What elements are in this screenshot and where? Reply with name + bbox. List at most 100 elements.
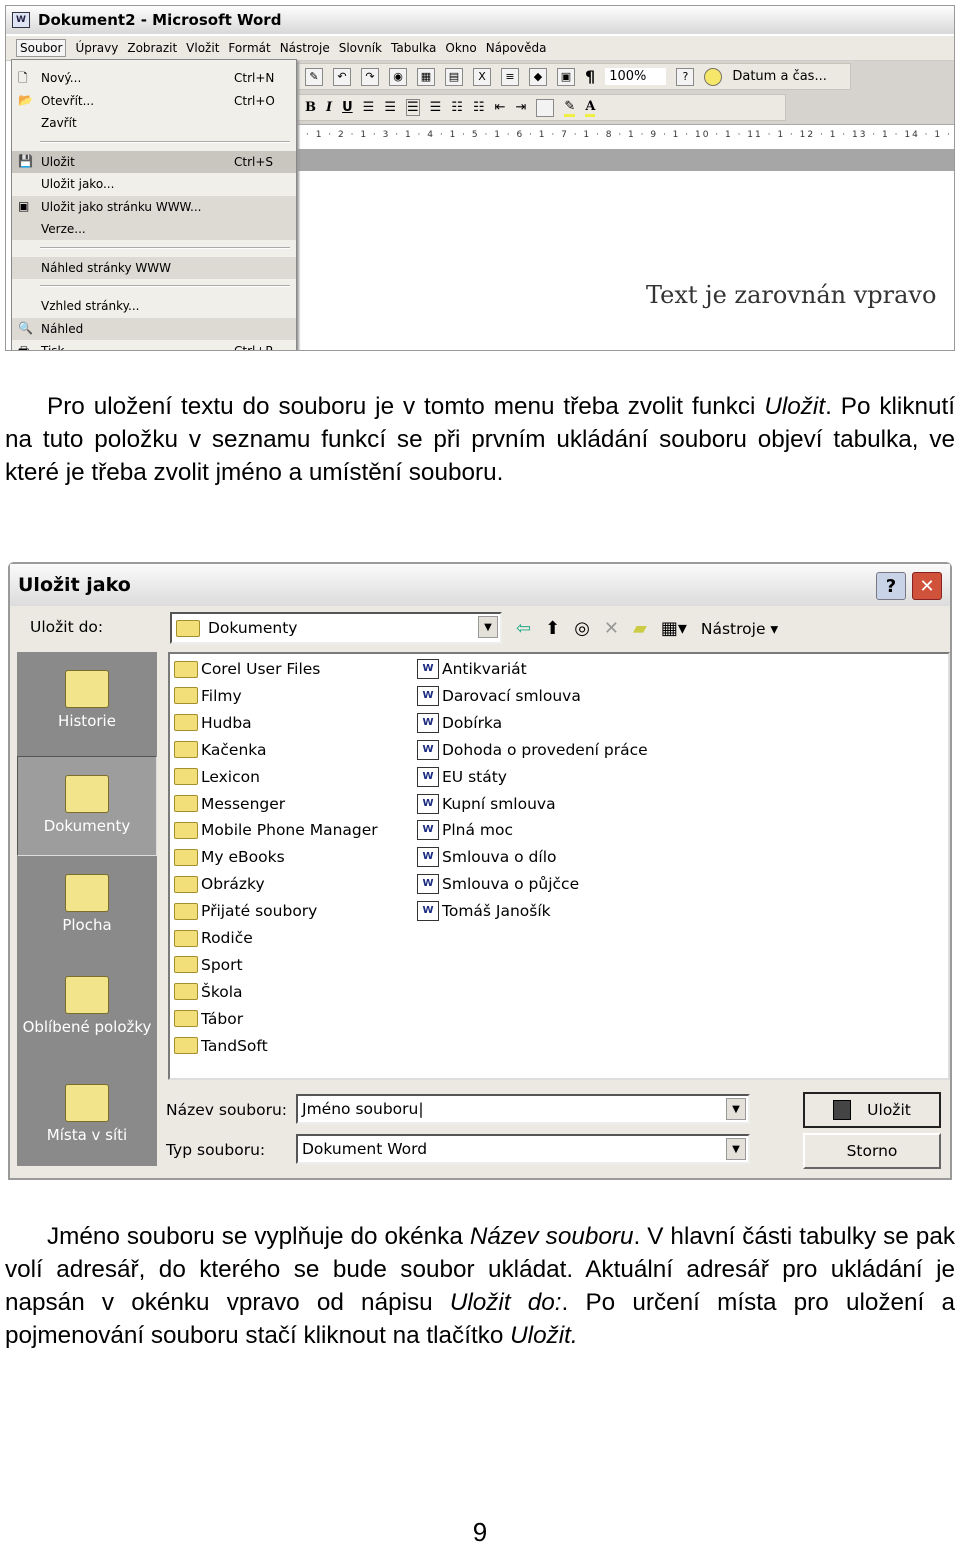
folder-item[interactable]: Sport bbox=[174, 954, 243, 976]
menu-4[interactable]: Formát bbox=[228, 41, 270, 55]
new-folder-icon[interactable]: ▰ bbox=[633, 618, 647, 639]
file-menu-item[interactable]: 💾 Uložit Ctrl+S bbox=[12, 150, 296, 173]
delete-icon[interactable]: ✕ bbox=[604, 618, 619, 639]
window-title: Dokument2 - Microsoft Word bbox=[38, 11, 282, 29]
views-icon[interactable]: ▦▾ bbox=[661, 618, 687, 639]
filename-input[interactable]: Jméno souboru| ▼ bbox=[296, 1094, 750, 1124]
file-menu-item[interactable]: 🔍 Náhled bbox=[12, 317, 296, 340]
back-icon[interactable]: ⇦ bbox=[516, 618, 531, 639]
drawing-icon[interactable]: ◆ bbox=[529, 67, 547, 86]
place-1[interactable]: Dokumenty bbox=[17, 756, 157, 856]
folder-item[interactable]: Přijaté soubory bbox=[174, 900, 317, 922]
folder-item[interactable]: Hudba bbox=[174, 712, 252, 734]
file-menu-item[interactable]: Vzhled stránky... bbox=[12, 295, 296, 317]
borders-icon[interactable] bbox=[536, 98, 555, 117]
place-2[interactable]: Plocha bbox=[17, 856, 157, 956]
document-text[interactable]: Text je zarovnán vpravo bbox=[646, 281, 936, 309]
date-time-button[interactable]: Datum a čas... bbox=[732, 69, 827, 84]
place-0[interactable]: Historie bbox=[17, 652, 157, 752]
folder-item[interactable]: Rodiče bbox=[174, 927, 253, 949]
menu-6[interactable]: Slovník bbox=[339, 41, 382, 55]
folder-item[interactable]: Tábor bbox=[174, 1008, 243, 1030]
cancel-button[interactable]: Storno bbox=[803, 1133, 941, 1169]
menu-9[interactable]: Nápověda bbox=[486, 41, 547, 55]
dropdown-arrow-icon[interactable]: ▼ bbox=[478, 616, 498, 638]
dropdown-arrow-icon[interactable]: ▼ bbox=[726, 1138, 746, 1160]
file-menu-item[interactable]: Uložit jako... bbox=[12, 173, 296, 195]
redo-icon[interactable]: ↷ bbox=[361, 67, 379, 86]
file-menu-item[interactable]: 🖶 Tisk... Ctrl+P bbox=[12, 340, 296, 351]
file-item[interactable]: W Smlouva o dílo bbox=[417, 846, 557, 868]
file-menu-item[interactable]: Zavřít bbox=[12, 112, 296, 134]
highlight-icon[interactable]: ✎ bbox=[564, 99, 576, 117]
up-folder-icon[interactable]: ⬆ bbox=[545, 618, 560, 639]
help-icon[interactable]: ? bbox=[676, 67, 695, 86]
zoom-select[interactable]: 100% bbox=[605, 68, 667, 85]
save-in-select[interactable]: Dokumenty ▼ bbox=[170, 612, 502, 644]
bold-button[interactable]: B bbox=[305, 100, 316, 115]
columns-icon[interactable]: ≡ bbox=[501, 67, 519, 86]
font-color-icon[interactable]: A bbox=[585, 99, 596, 117]
help-button[interactable]: ? bbox=[876, 572, 906, 600]
folder-item[interactable]: Messenger bbox=[174, 793, 285, 815]
menu-8[interactable]: Okno bbox=[445, 41, 476, 55]
file-item[interactable]: W Kupní smlouva bbox=[417, 793, 556, 815]
file-menu-item[interactable]: ▣ Uložit jako stránku WWW... bbox=[12, 195, 296, 218]
file-item[interactable]: W Dohoda o provedení práce bbox=[417, 739, 648, 761]
file-item[interactable]: W Antikvariát bbox=[417, 658, 527, 680]
file-item[interactable]: W Smlouva o půjčce bbox=[417, 873, 579, 895]
bullets-icon[interactable]: ☷ bbox=[473, 100, 485, 115]
menu-1[interactable]: Úpravy bbox=[75, 41, 118, 55]
folder-name: Corel User Files bbox=[201, 660, 321, 678]
folder-item[interactable]: Corel User Files bbox=[174, 658, 320, 680]
insert-table-icon[interactable]: ▤ bbox=[445, 67, 463, 86]
file-menu-item[interactable]: 📂 Otevřít... Ctrl+O bbox=[12, 90, 296, 112]
folder-item[interactable]: Lexicon bbox=[174, 766, 260, 788]
folder-item[interactable]: My eBooks bbox=[174, 846, 285, 868]
file-item[interactable]: W Darovací smlouva bbox=[417, 685, 581, 707]
save-button[interactable]: Uložit bbox=[803, 1092, 941, 1128]
tables-icon[interactable]: ▦ bbox=[417, 67, 435, 86]
menu-5[interactable]: Nástroje bbox=[280, 41, 330, 55]
decrease-indent-icon[interactable]: ⇤ bbox=[495, 100, 506, 115]
underline-button[interactable]: U bbox=[342, 100, 353, 115]
folder-item[interactable]: Obrázky bbox=[174, 873, 265, 895]
file-menu-item[interactable]: 🗋 Nový... Ctrl+N bbox=[12, 67, 296, 89]
increase-indent-icon[interactable]: ⇥ bbox=[516, 100, 527, 115]
folder-item[interactable]: Mobile Phone Manager bbox=[174, 819, 378, 841]
file-menu-item[interactable]: Verze... bbox=[12, 218, 296, 240]
file-item[interactable]: W EU státy bbox=[417, 766, 507, 788]
undo-icon[interactable]: ↶ bbox=[333, 67, 351, 86]
document-map-icon[interactable]: ▣ bbox=[557, 67, 575, 86]
web-icon[interactable]: ◉ bbox=[389, 67, 407, 86]
tools-menu[interactable]: Nástroje ▾ bbox=[701, 620, 778, 638]
folder-item[interactable]: TandSoft bbox=[174, 1035, 268, 1057]
folder-item[interactable]: Filmy bbox=[174, 685, 242, 707]
folder-item[interactable]: Škola bbox=[174, 981, 243, 1003]
menu-3[interactable]: Vložit bbox=[186, 41, 219, 55]
dropdown-arrow-icon[interactable]: ▼ bbox=[726, 1098, 746, 1120]
menu-7[interactable]: Tabulka bbox=[391, 41, 436, 55]
menu-0[interactable]: Soubor bbox=[16, 39, 67, 57]
filetype-select[interactable]: Dokument Word ▼ bbox=[296, 1134, 750, 1164]
file-item[interactable]: W Tomáš Janošík bbox=[417, 900, 551, 922]
italic-button[interactable]: I bbox=[326, 100, 332, 115]
place-3[interactable]: Oblíbené položky bbox=[17, 958, 157, 1058]
justify-icon[interactable]: ☰ bbox=[430, 100, 442, 115]
format-painter-icon[interactable]: ✎ bbox=[305, 67, 323, 86]
file-item[interactable]: W Plná moc bbox=[417, 819, 513, 841]
numbering-icon[interactable]: ☷ bbox=[451, 100, 463, 115]
align-left-icon[interactable]: ☰ bbox=[363, 100, 375, 115]
folder-item[interactable]: Kačenka bbox=[174, 739, 266, 761]
file-menu-item[interactable]: Náhled stránky WWW bbox=[12, 256, 296, 279]
menu-2[interactable]: Zobrazit bbox=[127, 41, 177, 55]
excel-icon[interactable]: X bbox=[473, 67, 491, 86]
close-button[interactable]: ✕ bbox=[912, 572, 942, 600]
show-formatting-button[interactable]: ¶ bbox=[585, 67, 595, 86]
align-center-icon[interactable]: ☰ bbox=[384, 100, 396, 115]
search-web-icon[interactable]: ◎ bbox=[574, 618, 590, 639]
ruler[interactable]: · 1 · 2 · 1 · 3 · 1 · 4 · 1 · 5 · 1 · 6 … bbox=[296, 124, 954, 149]
place-4[interactable]: Místa v síti bbox=[17, 1066, 157, 1166]
file-item[interactable]: W Dobírka bbox=[417, 712, 502, 734]
align-right-icon[interactable]: ☰ bbox=[405, 99, 420, 116]
